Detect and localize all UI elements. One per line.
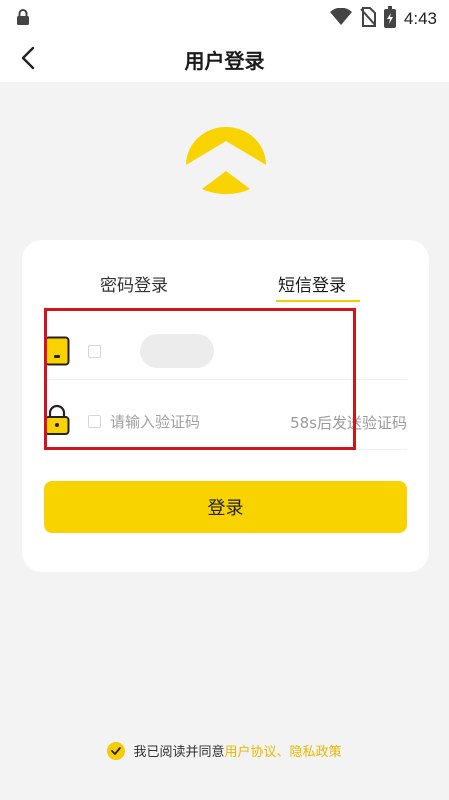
wifi-icon bbox=[329, 7, 352, 30]
login-button[interactable]: 登录 bbox=[44, 481, 407, 533]
logo-chevron-icon bbox=[184, 127, 268, 201]
no-sim-icon bbox=[360, 7, 377, 31]
agreement-row: 我已阅读并同意 用户协议 、 隐私政策 bbox=[0, 741, 449, 760]
tab-sms-login[interactable]: 短信登录 bbox=[278, 271, 346, 296]
agreement-text: 我已阅读并同意 bbox=[133, 745, 225, 760]
nav-bar: 用户登录 bbox=[0, 34, 449, 82]
privacy-policy-link[interactable]: 隐私政策 bbox=[290, 741, 342, 760]
page-title: 用户登录 bbox=[184, 49, 265, 73]
status-time: 4:43 bbox=[403, 9, 437, 28]
tab-password-login[interactable]: 密码登录 bbox=[100, 271, 168, 296]
agreement-checkbox[interactable] bbox=[107, 741, 126, 760]
highlight-box bbox=[44, 308, 356, 450]
status-bar: 4:43 bbox=[0, 0, 449, 34]
user-agreement-link[interactable]: 用户协议 bbox=[224, 741, 276, 760]
check-icon bbox=[111, 746, 122, 755]
battery-icon bbox=[383, 6, 396, 32]
lock-icon bbox=[16, 9, 30, 29]
agreement-separator: 、 bbox=[276, 745, 290, 760]
active-tab-indicator bbox=[276, 300, 360, 302]
